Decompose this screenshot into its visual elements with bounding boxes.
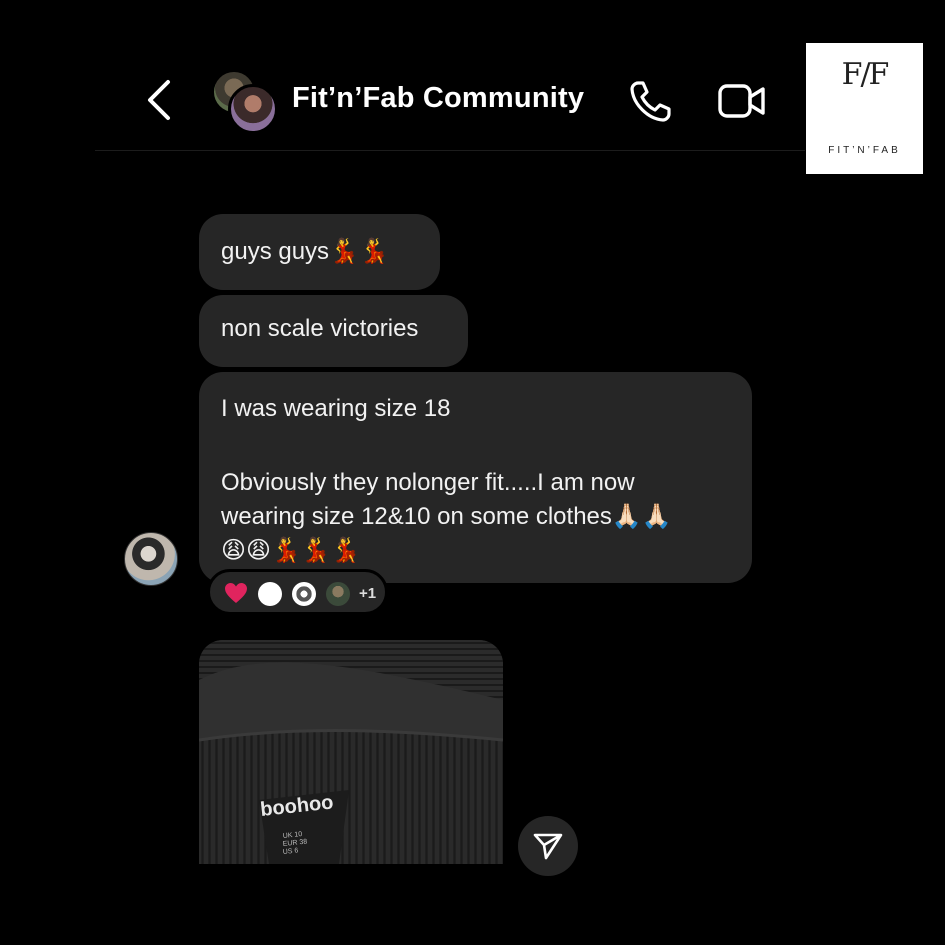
header-divider: [95, 150, 805, 151]
send-icon: [533, 833, 563, 860]
message-bubble[interactable]: I was wearing size 18 Obviously they nol…: [199, 372, 752, 583]
message-text: non scale victories: [221, 315, 419, 342]
photo-message[interactable]: boohoo UK 10 EUR 38 US 6: [199, 640, 503, 864]
logo-text: FIT’N’FAB: [828, 145, 901, 156]
video-camera-icon: [718, 84, 765, 118]
logo-mark: F/F: [841, 57, 890, 92]
message-line: 😩😩💃💃💃: [221, 537, 361, 564]
brand-logo: F/F FIT’N’FAB: [806, 43, 923, 174]
heart-icon: [225, 583, 247, 603]
share-button[interactable]: [518, 816, 578, 876]
group-avatar[interactable]: [212, 70, 278, 134]
reaction-more-count: +1: [359, 585, 377, 602]
message-text: guys guys💃💃: [221, 238, 389, 265]
sender-avatar[interactable]: [124, 532, 178, 586]
clothing-photo: boohoo UK 10 EUR 38 US 6: [199, 640, 503, 864]
member-avatar: [228, 84, 278, 134]
message-line: I was wearing size 18: [221, 395, 451, 422]
message-bubble[interactable]: non scale victories: [199, 295, 468, 367]
message-bubble[interactable]: guys guys💃💃: [199, 214, 440, 290]
chat-title[interactable]: Fit’n’Fab Community: [292, 82, 584, 115]
message-line: wearing size 12&10 on some clothes🙏🏻🙏🏻: [221, 503, 672, 530]
chevron-left-icon: [148, 80, 170, 120]
reactor-avatar: [258, 582, 282, 606]
reactions-bar[interactable]: +1: [207, 569, 388, 615]
reactor-avatar: [292, 582, 316, 606]
reactor-avatar: [326, 582, 350, 606]
phone-icon: [630, 81, 671, 122]
video-call-button[interactable]: [716, 80, 768, 122]
voice-call-button[interactable]: [628, 78, 674, 124]
back-button[interactable]: [140, 78, 180, 122]
message-line: Obviously they nolonger fit.....I am now: [221, 469, 635, 496]
